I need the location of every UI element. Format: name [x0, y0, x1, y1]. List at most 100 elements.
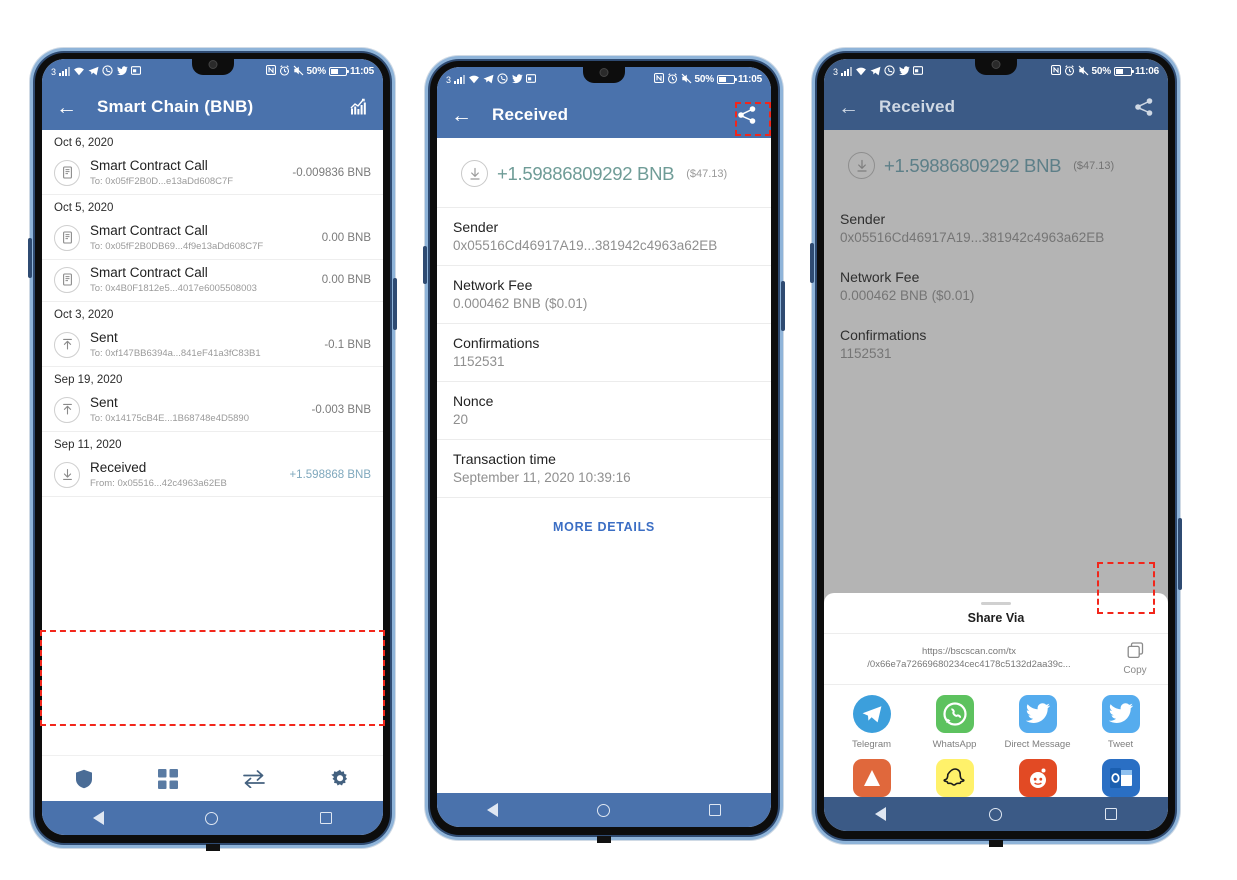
android-nav-bar-1[interactable]: [42, 801, 383, 835]
share-icon[interactable]: [1134, 97, 1154, 117]
transaction-title: Sent: [90, 395, 118, 410]
transaction-row[interactable]: Sent To: 0xf147BB6394a...841eF41a3fC83B1 -…: [42, 325, 383, 367]
transaction-address: To: 0x05fF2B0D...e13aDd608C7F: [90, 176, 234, 187]
mute-icon: [681, 73, 692, 87]
detail-row: Transaction time September 11, 2020 10:39…: [437, 440, 771, 498]
share-app-item[interactable]: [1079, 759, 1162, 797]
nav-back-icon[interactable]: [92, 811, 104, 825]
alarm-icon: [667, 72, 678, 87]
phone-1-frame: 3 50% 11:05 ← Smart Chain (BNB) Oct 6, 2…: [28, 48, 397, 851]
phone1-volume-button[interactable]: [28, 238, 32, 278]
arrow-left-icon[interactable]: ←: [451, 105, 472, 126]
amount-fiat: ($47.13): [686, 167, 728, 180]
share-app-item[interactable]: Direct Message: [996, 695, 1079, 751]
detail-value: 0.000462 BNB ($0.01): [453, 296, 588, 311]
telegram-icon: [852, 695, 891, 734]
transaction-row[interactable]: Smart Contract Call To: 0x05fF2B0D...e13a…: [42, 153, 383, 195]
gear-icon[interactable]: [330, 769, 350, 789]
share-apps-row-2[interactable]: [824, 753, 1168, 797]
transaction-title: Smart Contract Call: [90, 158, 208, 173]
share-app-item[interactable]: Tweet: [1079, 695, 1162, 751]
detail-label: Confirmations: [840, 327, 927, 343]
transaction-row[interactable]: Sent To: 0x14175cB4E...1B68748e4D5890 -0.0…: [42, 390, 383, 432]
share-app-item[interactable]: WhatsApp: [913, 695, 996, 751]
shield-icon[interactable]: [75, 769, 93, 789]
share-apps-row-1[interactable]: Telegram WhatsApp Direct Message Tweet: [824, 685, 1168, 753]
nav-back-icon[interactable]: [486, 803, 498, 817]
transaction-address: To: 0x14175cB4E...1B68748e4D5890: [90, 413, 249, 424]
transaction-row[interactable]: Received From: 0x05516...42c4963a62EB +1.5…: [42, 455, 383, 497]
detail-value: 1152531: [840, 346, 892, 361]
status-bar-1: 3 50% 11:05: [42, 59, 383, 84]
transaction-list[interactable]: Oct 6, 2020 Smart Contract Call To: 0x05fF…: [42, 130, 383, 755]
share-app-label: WhatsApp: [932, 739, 977, 751]
app-orange-icon: [852, 759, 891, 797]
alarm-icon: [279, 64, 290, 79]
signal-bars-icon: [454, 74, 466, 86]
swap-icon[interactable]: [243, 769, 265, 788]
transaction-info: Sent To: 0xf147BB6394a...841eF41a3fC83B1: [90, 330, 314, 359]
nav-recents-icon[interactable]: [1104, 808, 1117, 820]
mail-icon: [525, 74, 537, 85]
dimmed-detail-body: +1.59886809292 BNB ($47.13) Sender 0x0551…: [824, 130, 1168, 797]
contract-icon: [54, 266, 80, 293]
bottom-nav[interactable]: [42, 755, 383, 801]
date-header: Sep 19, 2020: [54, 374, 123, 386]
share-url-line1: https://bscscan.com/tx: [922, 646, 1016, 658]
app-bar-3: ← Received: [824, 84, 1168, 130]
nav-home-icon[interactable]: [596, 803, 610, 817]
amount-value: +1.59886809292 BNB: [884, 154, 1062, 176]
chart-icon[interactable]: [349, 98, 369, 116]
transaction-title: Smart Contract Call: [90, 223, 208, 238]
date-header: Oct 5, 2020: [54, 202, 114, 214]
nav-home-icon[interactable]: [205, 811, 219, 825]
detail-row: Sender 0x05516Cd46917A19...381942c4963a62…: [824, 200, 1168, 258]
page-title: Smart Chain (BNB): [97, 97, 254, 116]
android-nav-bar-2[interactable]: [437, 793, 771, 827]
transaction-row[interactable]: Smart Contract Call To: 0x4B0F1812e5...40…: [42, 260, 383, 302]
share-app-item[interactable]: [913, 759, 996, 797]
nfc-icon: [1050, 64, 1061, 78]
phone1-power-button[interactable]: [393, 278, 397, 330]
twitter-icon: [116, 65, 128, 78]
share-app-item[interactable]: [830, 759, 913, 797]
phone2-power-button[interactable]: [781, 281, 785, 331]
nav-recents-icon[interactable]: [709, 804, 722, 816]
detail-row: Network Fee 0.000462 BNB ($0.01): [437, 266, 771, 324]
transaction-info: Smart Contract Call To: 0x05fF2B0DB69...4…: [90, 223, 312, 252]
front-camera-icon: [991, 60, 1001, 69]
android-nav-bar-3[interactable]: [824, 797, 1168, 831]
nav-back-icon[interactable]: [875, 807, 887, 821]
detail-rows: Sender 0x05516Cd46917A19...381942c4963a62…: [437, 208, 771, 498]
sheet-grabber[interactable]: [981, 601, 1011, 606]
mute-icon: [293, 65, 304, 79]
share-icon[interactable]: [737, 105, 757, 125]
nav-home-icon[interactable]: [988, 807, 1002, 821]
arrow-left-icon[interactable]: ←: [56, 97, 77, 118]
wifi-icon: [468, 74, 480, 86]
transaction-row[interactable]: Smart Contract Call To: 0x05fF2B0DB69...4…: [42, 218, 383, 260]
arrow-left-icon[interactable]: ←: [838, 97, 859, 118]
phone3-power-button[interactable]: [1178, 518, 1182, 590]
detail-label: Network Fee: [453, 277, 533, 293]
front-camera-icon: [599, 68, 609, 77]
phone3-volume-button[interactable]: [810, 243, 814, 283]
copy-label: Copy: [1123, 665, 1147, 677]
phone2-volume-button[interactable]: [423, 246, 427, 284]
share-url-row[interactable]: https://bscscan.com/tx /0x66e7a726696802…: [824, 634, 1168, 686]
share-app-item[interactable]: Telegram: [830, 695, 913, 751]
grid-icon[interactable]: [157, 768, 178, 789]
more-details-button[interactable]: MORE DETAILS: [437, 498, 771, 556]
battery-percent-label: 50%: [1091, 66, 1112, 77]
detail-row: Confirmations 1152531: [437, 324, 771, 382]
copy-button[interactable]: Copy: [1112, 642, 1158, 676]
share-app-item[interactable]: [996, 759, 1079, 797]
received-down-icon: [54, 461, 80, 488]
nav-recents-icon[interactable]: [320, 812, 333, 824]
transaction-info: Received From: 0x05516...42c4963a62EB: [90, 460, 279, 489]
detail-row: Sender 0x05516Cd46917A19...381942c4963a62…: [437, 208, 771, 266]
wifi-icon: [855, 66, 867, 78]
share-sheet[interactable]: Share Via https://bscscan.com/tx /0x66e7…: [824, 592, 1168, 797]
detail-label: Network Fee: [840, 269, 920, 285]
status-bar-3: 3 50% 11:06: [824, 59, 1168, 84]
